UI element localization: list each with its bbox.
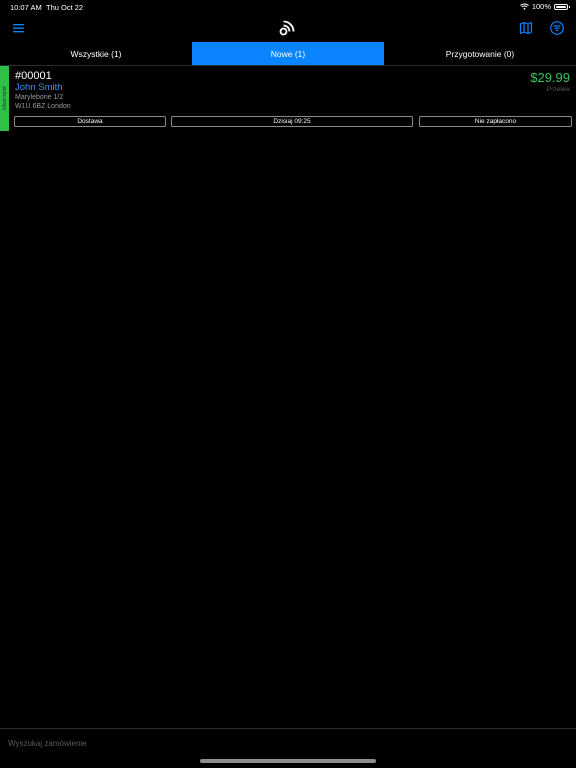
search-bar [0, 728, 576, 757]
search-input[interactable] [8, 735, 568, 751]
tab-all[interactable]: Wszystkie (1) [0, 42, 192, 65]
orders-screen: 10:07 AM Thu Oct 22 100% Wszystkie (1) N… [0, 0, 576, 768]
status-bar: 10:07 AM Thu Oct 22 100% [0, 0, 576, 14]
tab-preparing[interactable]: Przygotowanie (0) [384, 42, 576, 65]
menu-icon[interactable] [11, 20, 27, 36]
order-total: $29.99 [530, 70, 570, 85]
order-card[interactable]: Utworzone #00001 John Smith Marylebone 1… [0, 66, 576, 131]
battery-icon [554, 3, 570, 10]
home-indicator [200, 759, 376, 763]
rss-feed-logo-icon [279, 20, 295, 36]
status-indicators: 100% [519, 2, 570, 11]
status-date: Thu Oct 22 [46, 3, 84, 12]
tab-new[interactable]: Nowe (1) [192, 42, 384, 65]
filter-icon[interactable] [549, 20, 565, 36]
order-status-strip: Utworzone [0, 66, 9, 131]
nav-bar [0, 14, 576, 42]
order-number: #00001 [15, 70, 52, 82]
order-chips: Dostawa Dzisiaj 09:25 Nie zapłacono [14, 116, 572, 128]
payment-method: Przelew [546, 86, 570, 93]
battery-percent: 100% [531, 2, 551, 11]
map-icon[interactable] [518, 20, 534, 36]
address-city: W1U 6BZ London [15, 103, 71, 110]
order-status-tabs: Wszystkie (1) Nowe (1) Przygotowanie (0) [0, 42, 576, 66]
status-time: 10:07 AM [10, 3, 42, 12]
delivery-time-chip: Dzisiaj 09:25 [171, 116, 413, 127]
wifi-icon [519, 3, 529, 10]
delivery-type-chip: Dostawa [14, 116, 166, 127]
customer-name: John Smith [15, 82, 63, 93]
address-street: Marylebone 1/2 [15, 94, 64, 101]
order-status-label: Utworzone [1, 86, 8, 110]
payment-status-chip: Nie zapłacono [419, 116, 572, 127]
